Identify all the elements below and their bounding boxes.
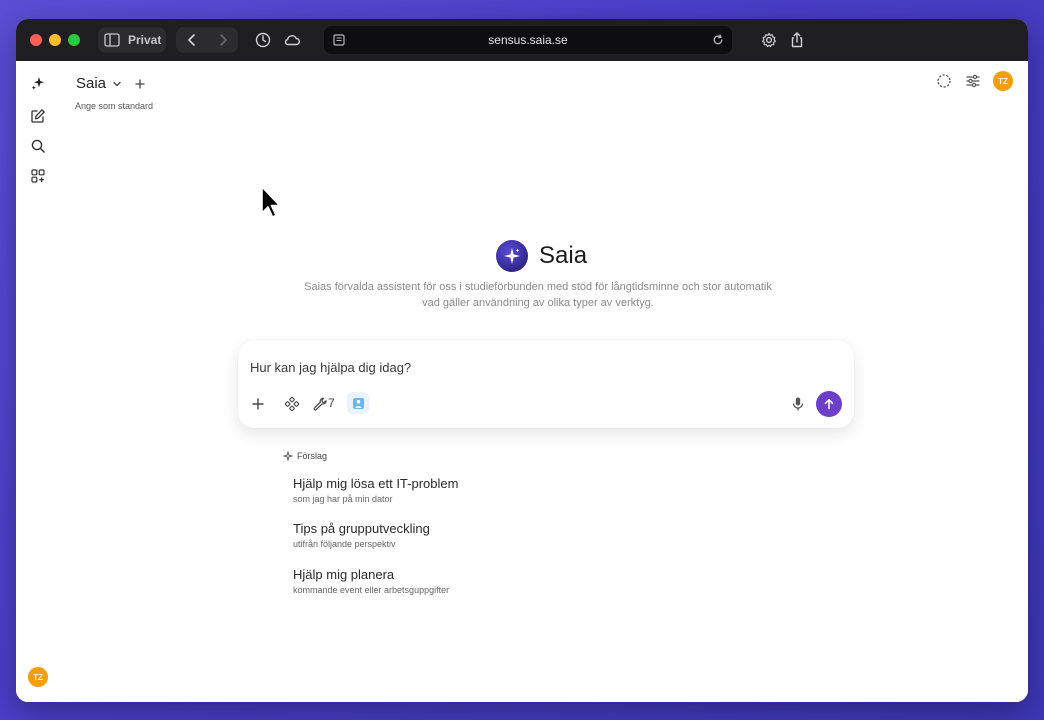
minimize-window-button[interactable] xyxy=(49,34,61,46)
mouse-pointer-icon xyxy=(261,186,281,218)
send-button[interactable] xyxy=(816,391,842,417)
header-user-avatar[interactable]: TZ xyxy=(993,71,1013,91)
suggestion-item[interactable]: Hjälp mig planera kommande event eller a… xyxy=(293,567,449,595)
window-controls xyxy=(30,34,80,46)
arrow-up-icon xyxy=(824,398,834,410)
active-tool-chip[interactable] xyxy=(347,392,369,414)
sparkle-small-icon xyxy=(283,451,293,461)
suggestion-subtitle: som jag har på min dator xyxy=(293,494,393,504)
apps-grid-icon[interactable] xyxy=(30,168,46,184)
assistant-sparkle-logo-icon xyxy=(496,240,528,272)
back-icon[interactable] xyxy=(186,33,198,47)
browser-window: Privat sensus.saia.se TZ Saia Ange som s… xyxy=(16,19,1028,702)
page-content: TZ Saia Ange som standard TZ Saia Saias … xyxy=(16,61,1028,702)
cloud-icon[interactable] xyxy=(283,31,301,49)
add-attachment-plus-icon[interactable] xyxy=(250,396,266,412)
microphone-icon[interactable] xyxy=(790,396,806,412)
address-bar[interactable]: sensus.saia.se xyxy=(324,26,732,54)
reload-icon[interactable] xyxy=(712,34,724,46)
share-icon[interactable] xyxy=(788,31,806,49)
chevron-down-icon[interactable] xyxy=(112,79,122,89)
assistant-description: Saias förvalda assistent för oss i studi… xyxy=(304,281,772,309)
model-name: Saia xyxy=(76,75,107,92)
close-window-button[interactable] xyxy=(30,34,42,46)
new-chat-edit-icon[interactable] xyxy=(30,108,46,124)
left-rail: TZ xyxy=(16,61,60,702)
assistant-hero: Saia xyxy=(496,240,587,272)
sidebar-toggle-icon xyxy=(104,33,120,47)
suggestion-item[interactable]: Hjälp mig lösa ett IT-problem som jag ha… xyxy=(293,476,458,504)
sidebar-user-avatar[interactable]: TZ xyxy=(28,667,48,687)
navigation-buttons xyxy=(176,27,238,53)
forward-icon[interactable] xyxy=(217,33,229,47)
browser-titlebar: Privat sensus.saia.se xyxy=(16,19,1028,61)
settings-gear-icon[interactable] xyxy=(760,31,778,49)
chat-message-input[interactable] xyxy=(250,360,790,375)
controls-sliders-icon[interactable] xyxy=(965,73,981,89)
private-label: Privat xyxy=(128,33,162,47)
suggestion-subtitle: kommande event eller arbetsguppgifter xyxy=(293,585,450,595)
suggestion-title: Tips på grupputveckling xyxy=(293,521,430,536)
suggestion-title: Hjälp mig planera xyxy=(293,567,395,582)
zoom-window-button[interactable] xyxy=(68,34,80,46)
image-tool-icon xyxy=(352,397,364,409)
integrations-icon[interactable] xyxy=(284,396,300,412)
suggestions-heading-label: Förslag xyxy=(297,451,328,461)
suggestion-item[interactable]: Tips på grupputveckling utifrån följande… xyxy=(293,521,430,549)
temporary-chat-icon[interactable] xyxy=(936,73,952,89)
assistant-title: Saia xyxy=(539,242,588,269)
address-url: sensus.saia.se xyxy=(488,33,568,47)
suggestions-heading: Förslag xyxy=(283,451,327,461)
chat-composer: 7 xyxy=(238,340,854,428)
history-clock-icon[interactable] xyxy=(254,31,272,49)
tool-count[interactable]: 7 xyxy=(328,396,335,410)
suggestion-subtitle: utifrån följande perspektiv xyxy=(293,539,396,549)
set-as-default-link[interactable]: Ange som standard xyxy=(75,101,153,111)
suggestion-title: Hjälp mig lösa ett IT-problem xyxy=(293,476,459,491)
sparkles-logo-icon[interactable] xyxy=(30,75,46,91)
private-tab-group-button[interactable]: Privat xyxy=(98,27,166,53)
search-icon[interactable] xyxy=(30,138,46,154)
model-selector[interactable]: Saia xyxy=(76,75,146,92)
add-model-plus-icon[interactable] xyxy=(134,78,146,90)
tools-wrench-icon[interactable] xyxy=(312,396,328,412)
